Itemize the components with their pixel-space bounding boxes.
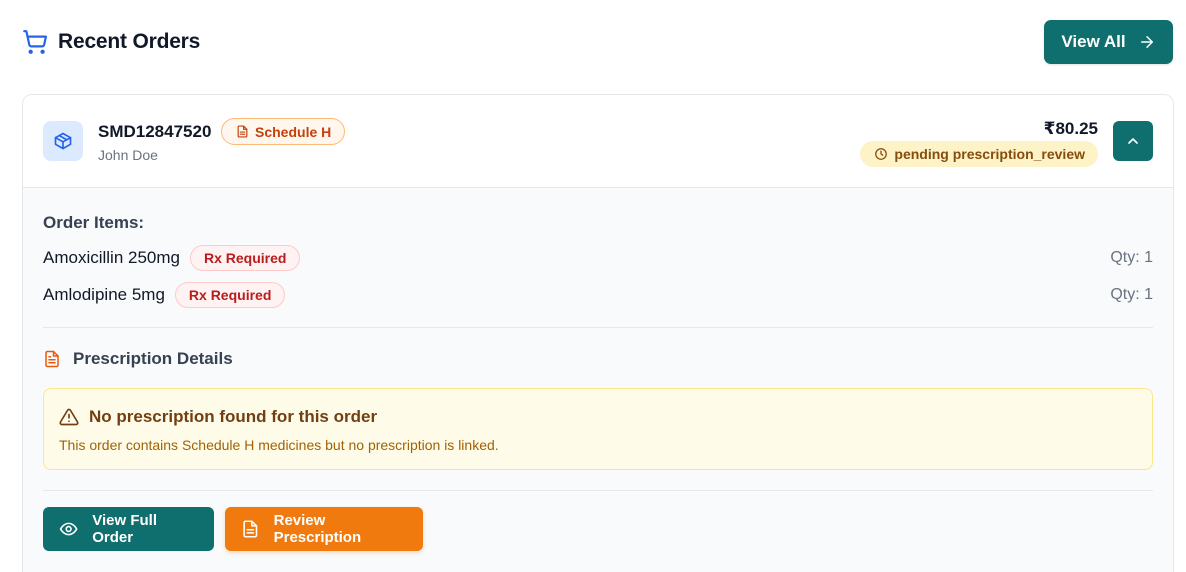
- item-quantity: Qty: 1: [1110, 286, 1153, 303]
- eye-icon: [59, 522, 78, 536]
- order-id: SMD12847520: [98, 122, 212, 141]
- cart-icon: [22, 29, 48, 55]
- divider: [43, 490, 1153, 491]
- order-actions: View Full Order Review Prescription: [43, 507, 423, 551]
- item-quantity: Qty: 1: [1110, 249, 1153, 266]
- view-full-order-button[interactable]: View Full Order: [43, 507, 214, 551]
- section-header: Recent Orders View All: [22, 20, 1173, 64]
- alert-heading: No prescription found for this order: [59, 407, 377, 427]
- review-prescription-button[interactable]: Review Prescription: [225, 507, 423, 551]
- package-icon: [43, 121, 83, 161]
- item-name: Amoxicillin 250mg: [43, 248, 180, 267]
- file-text-icon: [243, 520, 258, 538]
- order-card-header[interactable]: SMD12847520 Schedule H John Doe ₹80.25 p…: [23, 95, 1173, 188]
- rx-required-badge: Rx Required: [174, 282, 286, 308]
- recent-orders-page: Recent Orders View All SMD12847520 Sched…: [0, 0, 1186, 572]
- clock-icon: [875, 148, 888, 160]
- order-item-row: Amlodipine 5mg Rx Required Qty: 1: [43, 281, 1153, 309]
- schedule-badge: Schedule H: [221, 118, 346, 145]
- prescription-details-title: Prescription Details: [43, 349, 233, 369]
- warning-triangle-icon: [59, 408, 79, 426]
- chevron-up-icon: [1128, 138, 1138, 144]
- header-title-group: Recent Orders: [22, 29, 200, 55]
- alert-description: This order contains Schedule H medicines…: [59, 437, 499, 453]
- arrow-right-icon: [1140, 36, 1153, 48]
- collapse-button[interactable]: [1113, 121, 1153, 161]
- rx-required-badge: Rx Required: [190, 245, 301, 271]
- order-item-info: Amoxicillin 250mg Rx Required: [43, 245, 301, 271]
- order-items-title: Order Items:: [43, 213, 145, 232]
- item-name: Amlodipine 5mg: [43, 285, 165, 304]
- customer-name: John Doe: [98, 147, 158, 163]
- file-text-icon: [45, 350, 59, 368]
- view-full-order-label: View Full Order: [92, 512, 158, 546]
- review-prescription-label: Review Prescription: [273, 512, 362, 546]
- status-label: pending prescription_review: [894, 146, 1085, 162]
- document-icon: [237, 125, 248, 138]
- view-all-button[interactable]: View All: [1044, 20, 1173, 64]
- alert-title: No prescription found for this order: [89, 407, 378, 426]
- prescription-details-label: Prescription Details: [73, 349, 233, 368]
- page-title: Recent Orders: [58, 30, 201, 53]
- order-amount: ₹80.25: [1043, 119, 1098, 138]
- no-prescription-alert: No prescription found for this order Thi…: [43, 388, 1153, 470]
- divider: [43, 327, 1153, 328]
- view-all-label: View All: [1061, 32, 1126, 51]
- schedule-badge-label: Schedule H: [255, 123, 332, 140]
- status-badge: pending prescription_review: [860, 141, 1098, 167]
- order-item-info: Amlodipine 5mg Rx Required: [43, 282, 286, 308]
- order-card: SMD12847520 Schedule H John Doe ₹80.25 p…: [22, 94, 1174, 572]
- order-item-row: Amoxicillin 250mg Rx Required Qty: 1: [43, 244, 1153, 272]
